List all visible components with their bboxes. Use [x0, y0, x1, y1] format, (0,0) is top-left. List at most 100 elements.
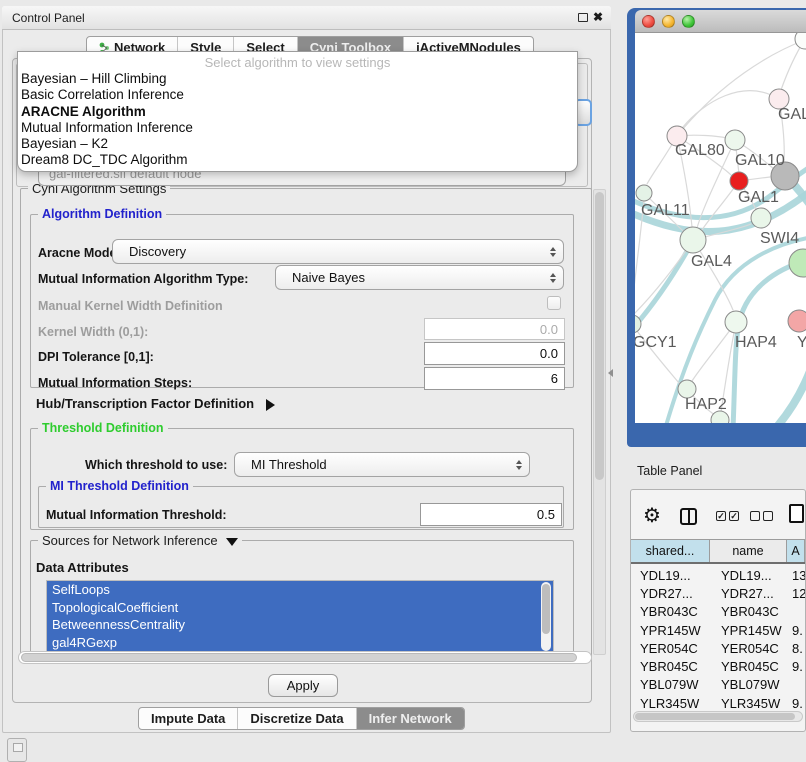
- network-node[interactable]: [680, 227, 706, 253]
- data-attributes-list[interactable]: SelfLoopsTopologicalCoefficientBetweenne…: [46, 580, 554, 653]
- hub-section-toggle[interactable]: Hub/Transcription Factor Definition: [36, 396, 275, 411]
- table-row[interactable]: YLR345WYLR345W9.: [631, 694, 805, 712]
- mi-threshold-field[interactable]: 0.5: [420, 503, 562, 526]
- mi-threshold-label: Mutual Information Threshold:: [46, 508, 227, 522]
- data-attribute-option[interactable]: TopologicalCoefficient: [47, 599, 553, 617]
- table-settings-gear-icon[interactable]: ⚙: [643, 503, 661, 528]
- table-header-row: shared... name A: [631, 539, 805, 564]
- column-header-partial[interactable]: A: [787, 540, 805, 562]
- table-horizontal-scrollbar[interactable]: [633, 711, 803, 722]
- column-selector-icon[interactable]: [680, 508, 697, 525]
- network-edge[interactable]: [775, 366, 806, 423]
- data-attribute-option[interactable]: SelfLoops: [47, 581, 553, 599]
- algorithm-option[interactable]: Bayesian – K2: [18, 136, 577, 152]
- network-edge[interactable]: [635, 324, 679, 383]
- collapsed-arrow-icon: [266, 399, 275, 411]
- table-row[interactable]: YPR145WYPR145W9.: [631, 621, 805, 639]
- aracne-mode-label: Aracne Mode:: [38, 246, 121, 260]
- table-row[interactable]: YER054CYER054C8.: [631, 639, 805, 657]
- table-cell: YDL19...: [631, 568, 710, 583]
- settings-horizontal-scrollbar-thumb[interactable]: [21, 653, 577, 662]
- expanded-arrow-icon[interactable]: [226, 538, 238, 546]
- table-row[interactable]: YBR045CYBR045C9.: [631, 657, 805, 675]
- table-cell: YPR145W: [631, 623, 710, 638]
- manual-kernel-checkbox[interactable]: [547, 296, 561, 310]
- export-table-icon[interactable]: [789, 504, 804, 523]
- algorithm-option[interactable]: Basic Correlation Inference: [18, 87, 577, 103]
- table-cell: 8.: [787, 641, 805, 656]
- algorithm-option[interactable]: Mutual Information Inference: [18, 120, 577, 136]
- table-row[interactable]: YDR27...YDR27...12: [631, 584, 805, 602]
- apply-button[interactable]: Apply: [268, 674, 338, 697]
- float-window-icon[interactable]: [578, 13, 588, 22]
- table-row[interactable]: YBR043CYBR043C: [631, 603, 805, 621]
- network-window-titlebar[interactable]: [635, 10, 806, 33]
- which-threshold-combo[interactable]: MI Threshold: [234, 452, 530, 477]
- algorithm-option[interactable]: Dream8 DC_TDC Algorithm: [18, 152, 577, 168]
- table-row[interactable]: YBL079WYBL079W: [631, 676, 805, 694]
- table-cell: 9.: [787, 623, 805, 638]
- data-attribute-option[interactable]: gal4RGexp: [47, 634, 553, 652]
- aracne-mode-combo[interactable]: Discovery: [112, 239, 564, 264]
- threshold-definition-title: Threshold Definition: [38, 421, 168, 435]
- bottom-tab-infer-network[interactable]: Infer Network: [357, 708, 464, 729]
- close-icon[interactable]: ✖: [593, 10, 603, 24]
- minimize-traffic-light-icon[interactable]: [662, 15, 675, 28]
- hub-section-label: Hub/Transcription Factor Definition: [36, 396, 254, 411]
- table-cell: YBR043C: [631, 604, 710, 619]
- node-label: GAL11: [641, 202, 690, 219]
- network-node[interactable]: [730, 172, 748, 190]
- algorithm-option[interactable]: Bayesian – Hill Climbing: [18, 71, 577, 87]
- kernel-width-field[interactable]: 0.0: [424, 318, 565, 340]
- attributes-list-scrollbar-thumb[interactable]: [542, 584, 550, 634]
- checked-box-icon: ✓: [729, 511, 739, 521]
- kernel-width-label: Kernel Width (0,1):: [38, 325, 148, 339]
- table-horizontal-scrollbar-thumb[interactable]: [635, 713, 795, 720]
- network-node[interactable]: [725, 130, 745, 150]
- mi-algorithm-type-combo[interactable]: Naive Bayes: [275, 265, 564, 290]
- close-traffic-light-icon[interactable]: [642, 15, 655, 28]
- bottom-tab-label: Infer Network: [369, 711, 452, 726]
- settings-vertical-scrollbar[interactable]: [593, 189, 606, 655]
- network-node[interactable]: [789, 249, 806, 277]
- table-cell: YBR045C: [631, 659, 710, 674]
- table-cell: YDR27...: [710, 586, 787, 601]
- bottom-tab-discretize-data[interactable]: Discretize Data: [238, 708, 356, 729]
- network-canvas[interactable]: GALGAL80GAL10GAL11GAL1SWI4GAL4GCY1HAP4YH…: [635, 33, 806, 423]
- select-all-checkboxes-icon[interactable]: ✓ ✓: [716, 511, 739, 521]
- settings-horizontal-scrollbar[interactable]: [18, 651, 592, 664]
- table-row[interactable]: YDL19...YDL19...13: [631, 566, 805, 584]
- network-edge[interactable]: [683, 91, 779, 127]
- network-node[interactable]: [788, 310, 806, 332]
- mi-steps-field[interactable]: 6: [424, 367, 565, 390]
- mi-threshold-value: 0.5: [421, 507, 561, 522]
- table-cell: YPR145W: [710, 623, 787, 638]
- node-label: HAP4: [735, 334, 777, 351]
- table-body[interactable]: YDL19...YDL19...13YDR27...YDR27...12YBR0…: [631, 566, 805, 712]
- column-header-name[interactable]: name: [710, 540, 787, 562]
- node-label: Y: [797, 334, 806, 351]
- network-node[interactable]: [636, 185, 652, 201]
- dpi-tolerance-field[interactable]: 0.0: [424, 342, 565, 365]
- table-cell: YLR345W: [631, 696, 710, 711]
- splitter-handle[interactable]: [608, 369, 613, 377]
- attributes-list-scrollbar[interactable]: [541, 582, 551, 651]
- collapsed-panel-button[interactable]: [7, 738, 27, 762]
- bottom-tab-impute-data[interactable]: Impute Data: [139, 708, 238, 729]
- zoom-traffic-light-icon[interactable]: [682, 15, 695, 28]
- settings-vertical-scrollbar-thumb[interactable]: [595, 192, 604, 480]
- table-cell: YER054C: [631, 641, 710, 656]
- network-node[interactable]: [725, 311, 747, 333]
- data-attribute-option[interactable]: BetweennessCentrality: [47, 616, 553, 634]
- bottom-tab-label: Impute Data: [151, 711, 225, 726]
- control-panel-titlebar[interactable]: [2, 6, 611, 30]
- table-cell: YLR345W: [710, 696, 787, 711]
- network-node[interactable]: [795, 33, 806, 49]
- deselect-all-checkboxes-icon[interactable]: [750, 511, 773, 521]
- algorithm-option[interactable]: ARACNE Algorithm: [18, 104, 577, 120]
- column-header-shared-name[interactable]: shared...: [631, 540, 710, 562]
- network-node[interactable]: [751, 208, 771, 228]
- network-edge[interactable]: [635, 237, 695, 335]
- table-cell: 12: [787, 586, 805, 601]
- node-label: GAL10: [735, 152, 785, 169]
